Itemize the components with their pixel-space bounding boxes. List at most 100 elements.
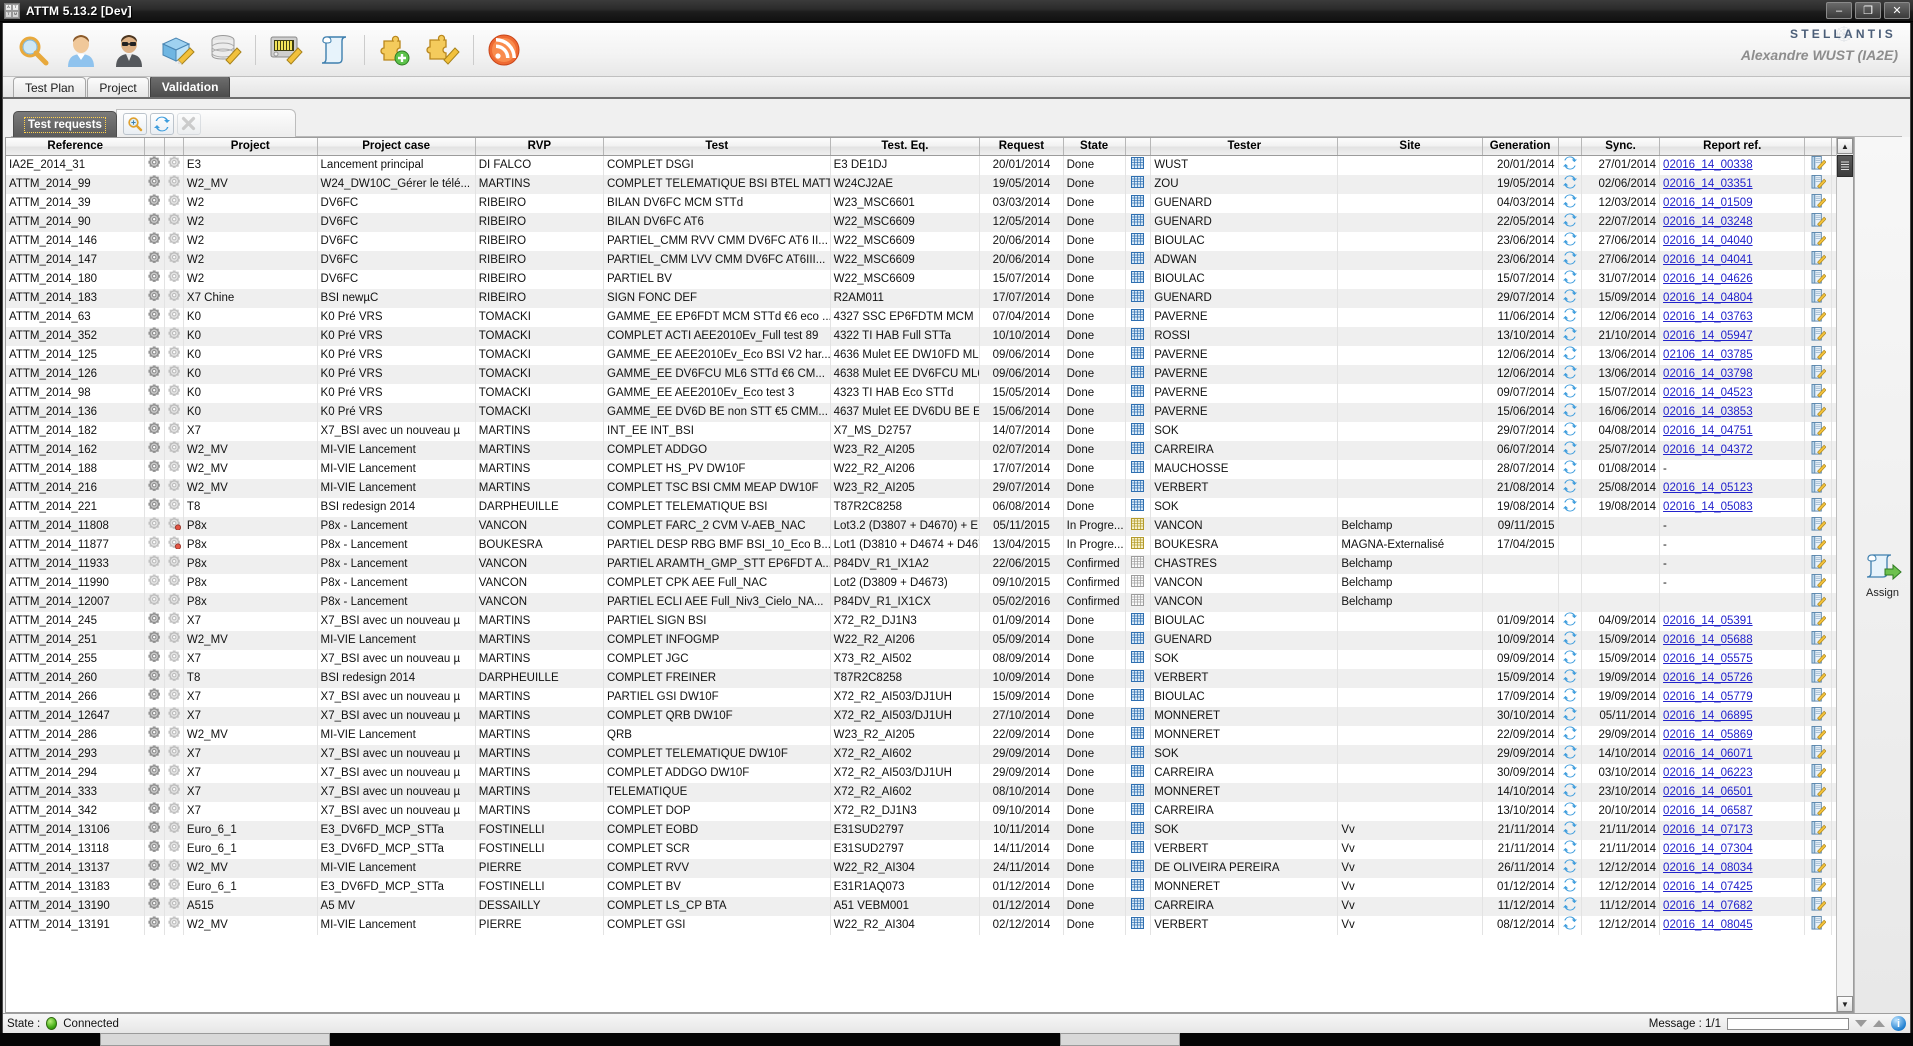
report-ref-cell[interactable]: 02016_14_05779 bbox=[1660, 688, 1805, 707]
gear-status-icon[interactable] bbox=[164, 327, 183, 346]
table-row[interactable]: ATTM_2014_162 W2_MVMI-VIE LancementMARTI… bbox=[6, 441, 1854, 460]
report-ref-link[interactable]: 02016_14_03248 bbox=[1663, 216, 1753, 228]
table-row[interactable]: ATTM_2014_90 W2DV6FCRIBEIROBILAN DV6FC A… bbox=[6, 213, 1854, 232]
gear-settings-icon[interactable] bbox=[145, 726, 164, 745]
report-ref-link[interactable]: 02016_14_03351 bbox=[1663, 178, 1753, 190]
gear-status-icon[interactable] bbox=[164, 194, 183, 213]
gear-settings-icon[interactable] bbox=[145, 479, 164, 498]
gear-status-icon[interactable] bbox=[164, 650, 183, 669]
report-ref-cell[interactable]: 02016_14_05123 bbox=[1660, 479, 1805, 498]
report-ref-cell[interactable]: 02016_14_03248 bbox=[1660, 213, 1805, 232]
gear-status-icon[interactable] bbox=[164, 403, 183, 422]
gear-status-icon[interactable] bbox=[164, 764, 183, 783]
gear-settings-icon[interactable] bbox=[145, 745, 164, 764]
gear-settings-icon[interactable] bbox=[145, 422, 164, 441]
restore-button[interactable]: ❐ bbox=[1855, 2, 1881, 19]
column-header-generation[interactable]: Generation bbox=[1482, 138, 1558, 155]
table-row[interactable]: ATTM_2014_63 K0K0 Pré VRSTOMACKIGAMME_EE… bbox=[6, 308, 1854, 327]
add-plugin-icon[interactable] bbox=[375, 30, 415, 70]
edit-report-icon[interactable] bbox=[1805, 840, 1832, 859]
table-row[interactable]: ATTM_2014_99 W2_MVW24_DW10C_Gérer le tél… bbox=[6, 175, 1854, 194]
table-row[interactable]: ATTM_2014_11877 P8xP8x - LancementBOUKES… bbox=[6, 536, 1854, 555]
report-ref-link[interactable]: 02016_14_07173 bbox=[1663, 824, 1753, 836]
edit-report-icon[interactable] bbox=[1805, 346, 1832, 365]
gear-status-icon[interactable] bbox=[164, 155, 183, 175]
sync-refresh-icon[interactable] bbox=[1558, 916, 1582, 935]
gear-status-icon[interactable] bbox=[164, 289, 183, 308]
report-ref-link[interactable]: 02016_14_03763 bbox=[1663, 311, 1753, 323]
report-ref-cell[interactable]: 02016_14_05391 bbox=[1660, 612, 1805, 631]
gear-settings-icon[interactable] bbox=[145, 555, 164, 574]
tab-validation[interactable]: Validation bbox=[150, 75, 231, 97]
report-ref-link[interactable]: 02016_14_05083 bbox=[1663, 501, 1753, 513]
report-ref-cell[interactable]: 02016_14_06071 bbox=[1660, 745, 1805, 764]
edit-report-icon[interactable] bbox=[1805, 327, 1832, 346]
report-ref-cell[interactable]: 02016_14_04804 bbox=[1660, 289, 1805, 308]
gear-settings-icon[interactable] bbox=[145, 631, 164, 650]
minimize-button[interactable]: – bbox=[1826, 2, 1852, 19]
gear-settings-icon[interactable] bbox=[145, 498, 164, 517]
gear-settings-icon[interactable] bbox=[145, 327, 164, 346]
gear-settings-icon[interactable] bbox=[145, 308, 164, 327]
table-row[interactable]: ATTM_2014_13106 Euro_6_1E3_DV6FD_MCP_STT… bbox=[6, 821, 1854, 840]
report-ref-cell[interactable]: 02016_14_05947 bbox=[1660, 327, 1805, 346]
edit-report-icon[interactable] bbox=[1805, 802, 1832, 821]
table-row[interactable]: ATTM_2014_293 X7X7_BSI avec un nouveau µ… bbox=[6, 745, 1854, 764]
sync-refresh-icon[interactable] bbox=[1558, 308, 1582, 327]
report-ref-cell[interactable]: 02016_14_05083 bbox=[1660, 498, 1805, 517]
column-header-test_eq[interactable]: Test. Eq. bbox=[830, 138, 980, 155]
table-row[interactable]: ATTM_2014_11933 P8xP8x - LancementVANCON… bbox=[6, 555, 1854, 574]
sync-refresh-icon[interactable] bbox=[1558, 631, 1582, 650]
gear-status-icon[interactable] bbox=[164, 384, 183, 403]
edit-equipment-icon[interactable] bbox=[266, 30, 306, 70]
table-row[interactable]: ATTM_2014_146 W2DV6FCRIBEIROPARTIEL_CMM … bbox=[6, 232, 1854, 251]
gear-status-icon[interactable] bbox=[164, 916, 183, 935]
edit-report-icon[interactable] bbox=[1805, 783, 1832, 802]
table-row[interactable]: ATTM_2014_13191 W2_MVMI-VIE LancementPIE… bbox=[6, 916, 1854, 935]
report-ref-link[interactable]: 02016_14_07682 bbox=[1663, 900, 1753, 912]
gear-settings-icon[interactable] bbox=[145, 460, 164, 479]
report-ref-link[interactable]: 02016_14_03798 bbox=[1663, 368, 1753, 380]
report-ref-cell[interactable]: 02016_14_05575 bbox=[1660, 650, 1805, 669]
report-ref-cell[interactable]: 02016_14_06501 bbox=[1660, 783, 1805, 802]
gear-status-icon[interactable] bbox=[164, 783, 183, 802]
gear-settings-icon[interactable] bbox=[145, 403, 164, 422]
table-row[interactable]: ATTM_2014_255 X7X7_BSI avec un nouveau µ… bbox=[6, 650, 1854, 669]
sync-refresh-icon[interactable] bbox=[1558, 593, 1582, 612]
edit-report-icon[interactable] bbox=[1805, 726, 1832, 745]
gear-status-icon[interactable] bbox=[164, 878, 183, 897]
report-ref-cell[interactable]: 02016_14_04372 bbox=[1660, 441, 1805, 460]
sync-refresh-icon[interactable] bbox=[1558, 498, 1582, 517]
table-row[interactable]: ATTM_2014_12007 P8xP8x - LancementVANCON… bbox=[6, 593, 1854, 612]
sync-refresh-icon[interactable] bbox=[1558, 802, 1582, 821]
gear-settings-icon[interactable] bbox=[145, 783, 164, 802]
gear-settings-icon[interactable] bbox=[145, 764, 164, 783]
edit-report-icon[interactable] bbox=[1805, 878, 1832, 897]
gear-settings-icon[interactable] bbox=[145, 859, 164, 878]
report-ref-cell[interactable]: 02016_14_07173 bbox=[1660, 821, 1805, 840]
report-ref-cell[interactable]: 02016_14_07425 bbox=[1660, 878, 1805, 897]
gear-status-icon[interactable] bbox=[164, 821, 183, 840]
column-header-tester[interactable]: Tester bbox=[1151, 138, 1338, 155]
gear-status-icon[interactable] bbox=[164, 460, 183, 479]
gear-settings-icon[interactable] bbox=[145, 251, 164, 270]
table-row[interactable]: ATTM_2014_39 W2DV6FCRIBEIROBILAN DV6FC M… bbox=[6, 194, 1854, 213]
edit-report-icon[interactable] bbox=[1805, 289, 1832, 308]
report-ref-link[interactable]: 02016_14_05947 bbox=[1663, 330, 1753, 342]
edit-report-icon[interactable] bbox=[1805, 821, 1832, 840]
report-ref-link[interactable]: 02016_14_08034 bbox=[1663, 862, 1753, 874]
table-row[interactable]: ATTM_2014_125 K0K0 Pré VRSTOMACKIGAMME_E… bbox=[6, 346, 1854, 365]
gear-settings-icon[interactable] bbox=[145, 232, 164, 251]
gear-status-icon[interactable] bbox=[164, 802, 183, 821]
table-row[interactable]: IA2E_2014_31 E3Lancement principalDI FAL… bbox=[6, 155, 1854, 175]
table-row[interactable]: ATTM_2014_245 X7X7_BSI avec un nouveau µ… bbox=[6, 612, 1854, 631]
gear-status-icon[interactable] bbox=[164, 574, 183, 593]
gear-settings-icon[interactable] bbox=[145, 441, 164, 460]
gear-status-icon[interactable] bbox=[164, 346, 183, 365]
table-row[interactable]: ATTM_2014_333 X7X7_BSI avec un nouveau µ… bbox=[6, 783, 1854, 802]
edit-report-icon[interactable] bbox=[1805, 194, 1832, 213]
zoom-search-icon[interactable] bbox=[123, 113, 147, 135]
gear-settings-icon[interactable] bbox=[145, 802, 164, 821]
edit-report-icon[interactable] bbox=[1805, 213, 1832, 232]
gear-status-icon[interactable] bbox=[164, 365, 183, 384]
